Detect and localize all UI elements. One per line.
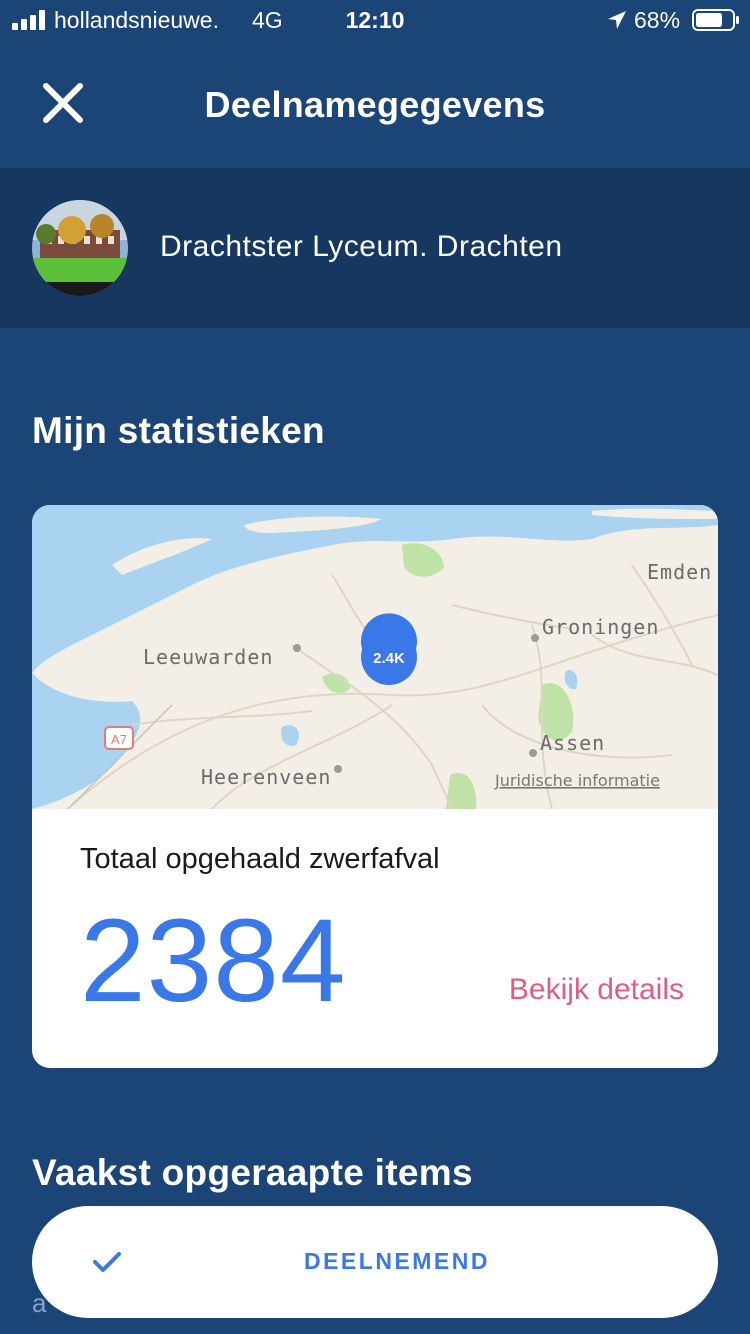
- map-pin[interactable]: 2.4K: [361, 613, 417, 685]
- map-label-assen: Assen: [540, 731, 605, 755]
- map-label-groningen: Groningen: [542, 615, 659, 639]
- battery-percentage: 68%: [634, 7, 681, 33]
- map-label-heerenveen: Heerenveen: [201, 765, 331, 789]
- page-title: Deelnamegegevens: [204, 84, 546, 125]
- map-pin-label: 2.4K: [373, 650, 405, 667]
- items-section-title: Vaakst opgeraapte items: [32, 1152, 473, 1193]
- map-label-emden: Emden: [647, 560, 712, 584]
- school-name: Drachtster Lyceum. Drachten: [160, 230, 563, 263]
- school-bar[interactable]: Drachtster Lyceum. Drachten: [0, 168, 750, 328]
- stats-card: Emden Groningen Leeuwarden Assen Heerenv…: [32, 505, 718, 1068]
- view-details-link[interactable]: Bekijk details: [509, 973, 684, 1007]
- participating-label: DEELNEMEND: [303, 1248, 490, 1274]
- stats-section-title: Mijn statistieken: [32, 410, 325, 451]
- total-litter-value: 2384: [80, 895, 347, 1027]
- status-bar: hollandsnieuwe. 4G 12:10 68%: [0, 0, 750, 40]
- participating-button[interactable]: DEELNEMEND: [32, 1206, 718, 1318]
- total-litter-label: Totaal opgehaald zwerfafval: [80, 843, 440, 875]
- legal-info-link[interactable]: Juridische informatie: [494, 771, 660, 790]
- header: Deelnamegegevens: [0, 40, 750, 168]
- battery-icon: [692, 9, 739, 31]
- map-view[interactable]: Emden Groningen Leeuwarden Assen Heerenv…: [32, 505, 718, 809]
- school-avatar: [32, 200, 128, 296]
- road-badge-a7: A7: [111, 732, 127, 747]
- map-label-leeuwarden: Leeuwarden: [143, 645, 273, 669]
- location-arrow-icon: [608, 11, 626, 29]
